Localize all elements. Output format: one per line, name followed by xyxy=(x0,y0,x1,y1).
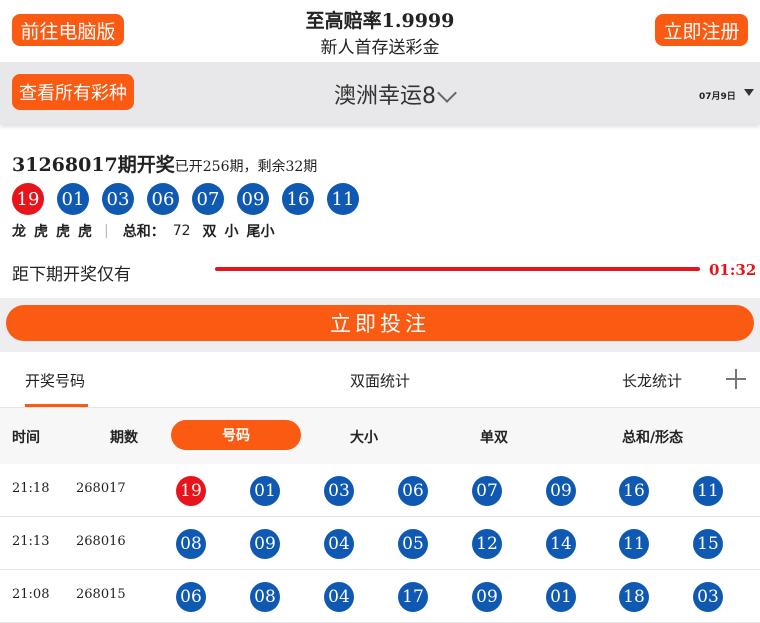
row-ball: 15 xyxy=(693,529,723,559)
tail-size: 尾小 xyxy=(246,224,275,240)
lottery-selector-bar: 查看所有彩种 澳洲幸运8 07月9日 xyxy=(0,62,760,124)
dragon-tiger-2: 虎 xyxy=(34,224,48,240)
tab-two-sided-stats[interactable]: 双面统计 xyxy=(350,370,410,391)
table-row: 21:08 268015 06 08 04 17 09 01 18 03 xyxy=(0,570,760,623)
col-size-tab[interactable]: 大小 xyxy=(350,427,378,447)
sum-odd-even: 双 xyxy=(202,224,217,240)
row-ball: 09 xyxy=(472,582,502,612)
latest-draw-balls: 19 01 03 06 07 09 16 11 xyxy=(12,183,372,215)
draw-ball: 11 xyxy=(327,183,359,215)
countdown-timer: 01:32 xyxy=(709,261,757,279)
draw-stats: 龙 虎 虎 虎 | 总和： 72 双 小 尾小 xyxy=(12,221,283,241)
top-bar: 前往电脑版 至高赔率1.9999 新人首存送彩金 立即注册 xyxy=(0,0,760,62)
sum-label: 总和： xyxy=(122,224,165,240)
draw-ball: 01 xyxy=(57,183,89,215)
row-ball: 07 xyxy=(472,476,502,506)
row-ball: 01 xyxy=(546,582,576,612)
col-sum-pattern-tab[interactable]: 总和/形态 xyxy=(622,427,683,447)
dragon-tiger-4: 虎 xyxy=(78,224,92,240)
row-ball: 19 xyxy=(176,476,206,506)
countdown-label: 距下期开奖仅有 xyxy=(12,265,131,285)
row-ball: 09 xyxy=(546,476,576,506)
all-lotteries-button[interactable]: 查看所有彩种 xyxy=(12,74,134,110)
row-ball: 14 xyxy=(546,529,576,559)
row-time: 21:18 xyxy=(12,481,50,496)
tab-draw-numbers[interactable]: 开奖号码 xyxy=(25,370,85,391)
register-button[interactable]: 立即注册 xyxy=(655,14,748,46)
col-time: 时间 xyxy=(12,430,40,446)
row-ball: 03 xyxy=(693,582,723,612)
tab-streak-stats[interactable]: 长龙统计 xyxy=(622,370,682,391)
row-ball: 09 xyxy=(250,529,280,559)
row-time: 21:13 xyxy=(12,534,50,549)
table-header: 时间 期数 号码 大小 单双 总和/形态 xyxy=(0,407,760,465)
row-ball: 06 xyxy=(398,476,428,506)
plus-icon[interactable] xyxy=(726,369,746,389)
stats-tabs: 开奖号码 双面统计 长龙统计 xyxy=(0,353,760,407)
row-ball: 11 xyxy=(619,529,649,559)
row-ball: 01 xyxy=(250,476,280,506)
countdown-progress-bar xyxy=(215,267,700,271)
row-ball: 18 xyxy=(619,582,649,612)
row-ball: 08 xyxy=(176,529,206,559)
row-ball: 04 xyxy=(324,582,354,612)
row-ball: 08 xyxy=(250,582,280,612)
row-issue: 268016 xyxy=(76,534,126,549)
sum-value: 72 xyxy=(172,223,191,239)
bet-now-button[interactable]: 立即投注 xyxy=(6,305,754,341)
row-ball: 06 xyxy=(176,582,206,612)
table-row: 21:13 268016 08 09 04 05 12 14 11 15 xyxy=(0,517,760,570)
row-ball: 16 xyxy=(619,476,649,506)
dragon-tiger-1: 龙 xyxy=(12,224,26,240)
sum-size: 小 xyxy=(224,224,239,240)
row-issue: 268017 xyxy=(76,481,126,496)
issue-title: 31268017期开奖已开256期，剩余32期 xyxy=(12,150,317,177)
chevron-down-icon[interactable] xyxy=(437,83,457,103)
table-row: 21:18 268017 19 01 03 06 07 09 16 11 xyxy=(0,464,760,517)
date-picker[interactable]: 07月9日 xyxy=(699,89,736,102)
issue-number: 31268017期开奖 xyxy=(12,154,175,176)
col-issue: 期数 xyxy=(110,430,138,446)
lottery-name-dropdown[interactable]: 澳洲幸运8 xyxy=(334,78,436,110)
draw-ball: 19 xyxy=(12,183,44,215)
draw-ball: 09 xyxy=(237,183,269,215)
draw-ball: 16 xyxy=(282,183,314,215)
issue-progress: 已开256期，剩余32期 xyxy=(174,159,318,175)
row-ball: 04 xyxy=(324,529,354,559)
row-ball: 17 xyxy=(398,582,428,612)
draw-ball: 06 xyxy=(147,183,179,215)
promo-bonus: 新人首存送彩金 xyxy=(320,38,440,58)
col-odd-even-tab[interactable]: 单双 xyxy=(480,427,508,447)
draw-ball: 07 xyxy=(192,183,224,215)
promo-odds: 至高赔率1.9999 xyxy=(305,10,455,32)
row-ball: 03 xyxy=(324,476,354,506)
dragon-tiger-3: 虎 xyxy=(56,224,70,240)
row-ball: 11 xyxy=(693,476,723,506)
row-ball: 12 xyxy=(472,529,502,559)
col-numbers-tab[interactable]: 号码 xyxy=(171,420,301,450)
row-ball: 05 xyxy=(398,529,428,559)
caret-down-icon[interactable] xyxy=(744,89,754,96)
draw-ball: 03 xyxy=(102,183,134,215)
divider: | xyxy=(104,223,109,239)
